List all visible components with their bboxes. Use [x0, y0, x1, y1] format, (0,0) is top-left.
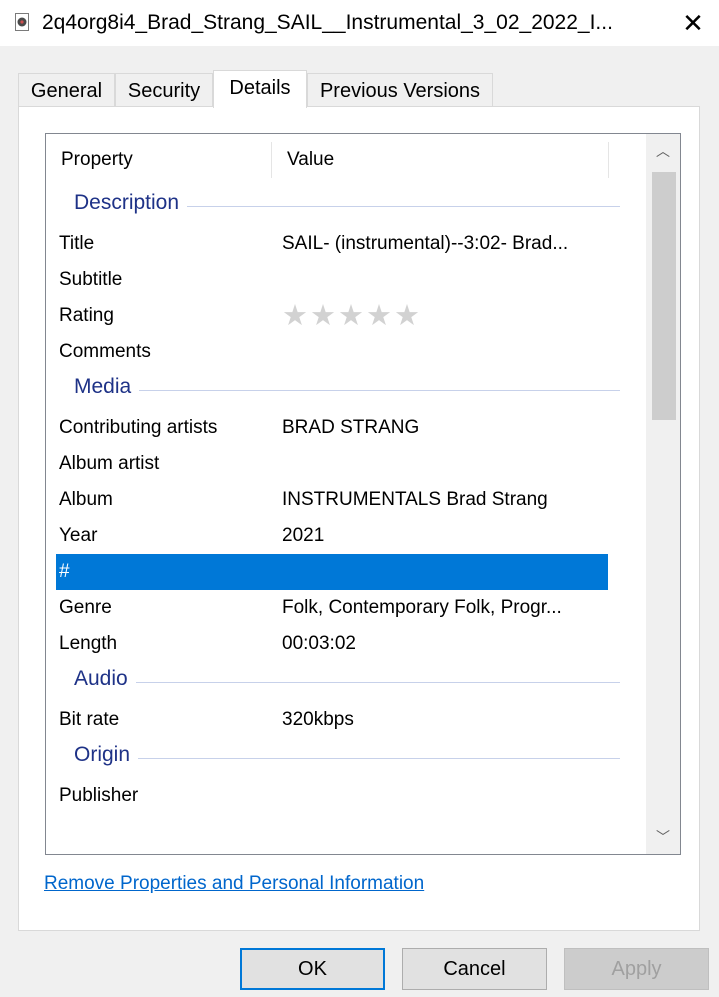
title-bar: 2q4org8i4_Brad_Strang_SAIL__Instrumental…	[0, 0, 719, 46]
star-icon[interactable]: ★	[366, 301, 392, 331]
tab-previous-versions[interactable]: Previous Versions	[307, 73, 493, 107]
close-icon: ✕	[682, 7, 704, 38]
row-contributing-artists[interactable]: Contributing artists BRAD STRANG	[46, 410, 642, 446]
list-body: Description Title SAIL- (instrumental)--…	[46, 186, 642, 814]
group-origin: Origin	[46, 738, 642, 778]
vertical-scrollbar[interactable]: ︿ ﹀	[646, 134, 680, 854]
tab-details[interactable]: Details	[213, 70, 307, 108]
scrollbar-thumb[interactable]	[652, 172, 676, 420]
scroll-down-button[interactable]: ﹀	[646, 820, 680, 854]
property-label: Bit rate	[59, 709, 120, 730]
property-label: Length	[59, 633, 118, 654]
row-genre[interactable]: Genre Folk, Contemporary Folk, Progr...	[46, 590, 642, 626]
row-title[interactable]: Title SAIL- (instrumental)--3:02- Brad..…	[46, 226, 642, 262]
property-label: Rating	[59, 305, 114, 326]
chevron-down-icon: ﹀	[656, 829, 670, 845]
row-track-number[interactable]: #	[56, 554, 608, 590]
window-title: 2q4org8i4_Brad_Strang_SAIL__Instrumental…	[42, 11, 613, 34]
close-button[interactable]: ✕	[667, 0, 719, 46]
row-album-artist[interactable]: Album artist	[46, 446, 642, 482]
column-header-property[interactable]: Property	[46, 134, 271, 186]
property-value: BRAD STRANG	[282, 417, 420, 438]
details-panel: Property Value Description Title SAIL- (…	[18, 106, 700, 931]
chevron-up-icon: ︿	[656, 143, 670, 159]
property-value: 00:03:02	[282, 633, 356, 654]
column-header-value[interactable]: Value	[272, 134, 608, 186]
property-label: Title	[59, 233, 95, 254]
star-icon[interactable]: ★	[282, 301, 308, 331]
property-label: Contributing artists	[59, 417, 218, 438]
property-value: SAIL- (instrumental)--3:02- Brad...	[282, 233, 569, 254]
property-label: Year	[59, 525, 98, 546]
group-divider	[74, 390, 620, 391]
group-divider	[74, 758, 620, 759]
property-label: Subtitle	[59, 269, 123, 290]
list-header: Property Value	[46, 134, 642, 186]
column-divider[interactable]	[608, 142, 609, 178]
tab-general[interactable]: General	[18, 73, 115, 107]
cancel-button[interactable]: Cancel	[402, 948, 547, 990]
apply-button[interactable]: Apply	[564, 948, 709, 990]
star-icon[interactable]: ★	[394, 301, 420, 331]
rating-stars[interactable]: ★ ★ ★ ★ ★	[282, 301, 420, 331]
row-publisher[interactable]: Publisher	[46, 778, 642, 814]
property-value: 320kbps	[282, 709, 354, 730]
row-comments[interactable]: Comments	[46, 334, 642, 370]
property-label: Genre	[59, 597, 112, 618]
property-label: Album artist	[59, 453, 160, 474]
property-label: Publisher	[59, 785, 139, 806]
property-value: 2021	[282, 525, 325, 546]
group-label: Audio	[74, 667, 136, 691]
property-label: #	[59, 561, 70, 582]
row-album[interactable]: Album INSTRUMENTALS Brad Strang	[46, 482, 642, 518]
group-label: Origin	[74, 743, 139, 767]
group-media: Media	[46, 370, 642, 410]
audio-file-icon	[15, 13, 29, 31]
ok-button[interactable]: OK	[240, 948, 385, 990]
property-label: Album	[59, 489, 113, 510]
group-audio: Audio	[46, 662, 642, 702]
row-bit-rate[interactable]: Bit rate 320kbps	[46, 702, 642, 738]
property-label: Comments	[59, 341, 151, 362]
row-length[interactable]: Length 00:03:02	[46, 626, 642, 662]
property-value: INSTRUMENTALS Brad Strang	[282, 489, 548, 510]
tab-security[interactable]: Security	[115, 73, 213, 107]
remove-properties-link[interactable]: Remove Properties and Personal Informati…	[44, 873, 424, 895]
properties-list[interactable]: Property Value Description Title SAIL- (…	[45, 133, 681, 855]
star-icon[interactable]: ★	[338, 301, 364, 331]
row-year[interactable]: Year 2021	[46, 518, 642, 554]
group-description: Description	[46, 186, 642, 226]
star-icon[interactable]: ★	[310, 301, 336, 331]
row-subtitle[interactable]: Subtitle	[46, 262, 642, 298]
group-divider	[74, 682, 620, 683]
scroll-up-button[interactable]: ︿	[646, 134, 680, 168]
group-label: Media	[74, 375, 140, 399]
row-rating[interactable]: Rating ★ ★ ★ ★ ★	[46, 298, 642, 334]
group-label: Description	[74, 191, 188, 215]
property-value: Folk, Contemporary Folk, Progr...	[282, 597, 562, 618]
